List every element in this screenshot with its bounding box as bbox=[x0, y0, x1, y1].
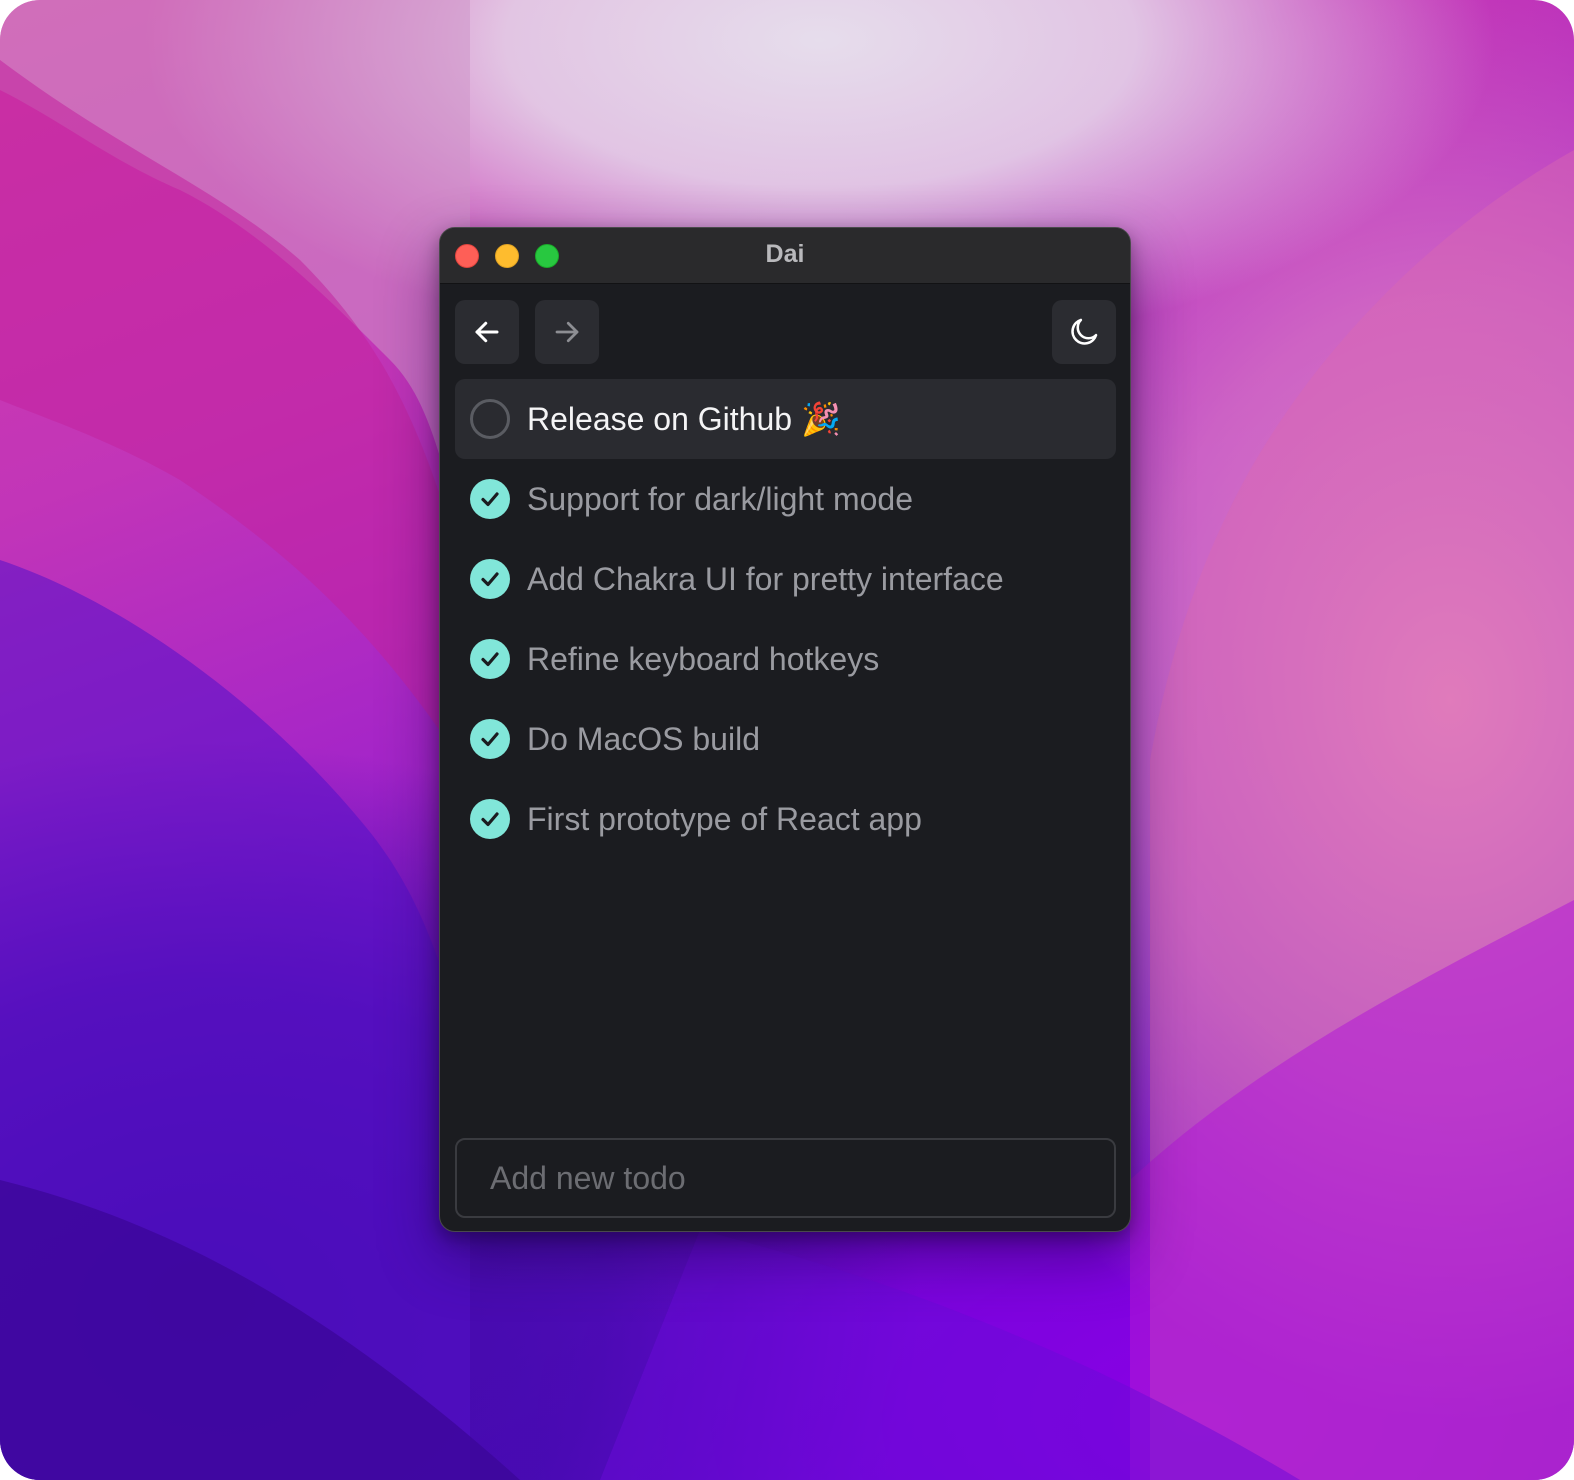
todo-label: Add Chakra UI for pretty interface bbox=[527, 561, 1004, 597]
todo-item[interactable]: Add Chakra UI for pretty interface bbox=[455, 539, 1116, 619]
theme-toggle-button[interactable] bbox=[1052, 300, 1116, 364]
checkbox-checked-icon[interactable] bbox=[470, 719, 510, 759]
todo-label: First prototype of React app bbox=[527, 801, 922, 837]
todo-label: Refine keyboard hotkeys bbox=[527, 641, 880, 677]
titlebar: Dai bbox=[440, 228, 1130, 284]
todo-item[interactable]: First prototype of React app bbox=[455, 779, 1116, 859]
app-window: Dai Release on Github 🎉 Support for dark… bbox=[439, 227, 1131, 1232]
checkmark-icon bbox=[481, 732, 499, 747]
todo-list: Release on Github 🎉 Support for dark/lig… bbox=[455, 379, 1116, 859]
checkbox-checked-icon[interactable] bbox=[470, 639, 510, 679]
arrow-left-icon bbox=[475, 321, 499, 343]
todo-item[interactable]: Refine keyboard hotkeys bbox=[455, 619, 1116, 699]
todo-item[interactable]: Support for dark/light mode bbox=[455, 459, 1116, 539]
todo-label: Do MacOS build bbox=[527, 721, 760, 757]
todo-label: Release on Github 🎉 bbox=[527, 401, 841, 437]
new-todo-input[interactable] bbox=[455, 1138, 1116, 1218]
todo-item[interactable]: Do MacOS build bbox=[455, 699, 1116, 779]
forward-button[interactable] bbox=[535, 300, 599, 364]
todo-item[interactable]: Release on Github 🎉 bbox=[455, 379, 1116, 459]
checkbox-checked-icon[interactable] bbox=[470, 799, 510, 839]
arrow-right-icon bbox=[555, 321, 579, 343]
back-button[interactable] bbox=[455, 300, 519, 364]
moon-icon bbox=[1071, 318, 1098, 345]
checkbox-checked-icon[interactable] bbox=[470, 559, 510, 599]
checkmark-icon bbox=[481, 652, 499, 667]
checkmark-icon bbox=[481, 572, 499, 587]
checkbox-unchecked-icon[interactable] bbox=[470, 399, 510, 439]
window-title: Dai bbox=[765, 240, 805, 268]
checkmark-icon bbox=[481, 492, 499, 507]
todo-label: Support for dark/light mode bbox=[527, 481, 913, 517]
checkmark-icon bbox=[481, 812, 499, 827]
checkbox-checked-icon[interactable] bbox=[470, 479, 510, 519]
